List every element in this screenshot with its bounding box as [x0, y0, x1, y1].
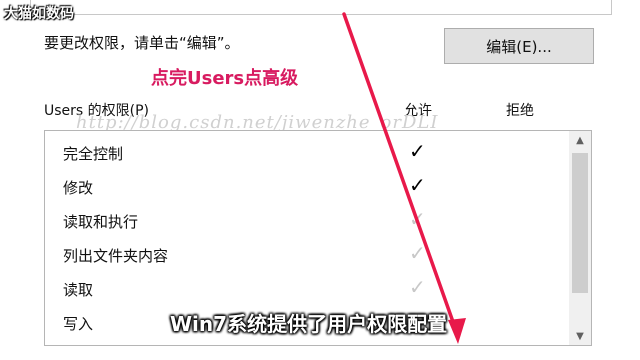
- check-icon: ✓: [409, 275, 426, 299]
- permission-row[interactable]: 列出文件夹内容 ✓: [45, 237, 569, 271]
- permission-label: 读取和执行: [63, 213, 139, 231]
- permission-row[interactable]: 读取 ✓: [45, 271, 569, 305]
- chevron-up-icon[interactable]: ▲: [569, 131, 591, 149]
- scroll-thumb[interactable]: [572, 153, 588, 293]
- check-icon: ✓: [409, 241, 426, 265]
- permission-label: 修改: [63, 179, 94, 197]
- check-icon: ✓: [409, 173, 426, 197]
- check-icon: ✓: [409, 207, 426, 231]
- permission-label: 完全控制: [63, 145, 124, 163]
- permission-row[interactable]: 修改 ✓: [45, 169, 569, 203]
- list-scrollbar[interactable]: ▲ ▼: [569, 131, 591, 345]
- video-caption: Win7系统提供了用户权限配置: [170, 312, 448, 336]
- channel-watermark: 大猫如数码: [4, 6, 74, 22]
- annotation-text: 点完Users点高级: [151, 68, 299, 89]
- dialog-frame-top: [30, 0, 612, 15]
- check-icon: ✓: [409, 139, 426, 163]
- edit-button[interactable]: 编辑(E)...: [444, 28, 594, 64]
- column-deny: 拒绝: [506, 103, 534, 119]
- permission-row[interactable]: 读取和执行 ✓: [45, 203, 569, 237]
- chevron-down-icon[interactable]: ▼: [569, 327, 591, 345]
- permission-row[interactable]: 完全控制 ✓: [45, 135, 569, 169]
- instruction-text: 要更改权限，请单击“编辑”。: [44, 34, 240, 52]
- permission-label: 写入: [63, 315, 94, 333]
- permission-label: 列出文件夹内容: [63, 247, 169, 265]
- permission-label: 读取: [63, 281, 94, 299]
